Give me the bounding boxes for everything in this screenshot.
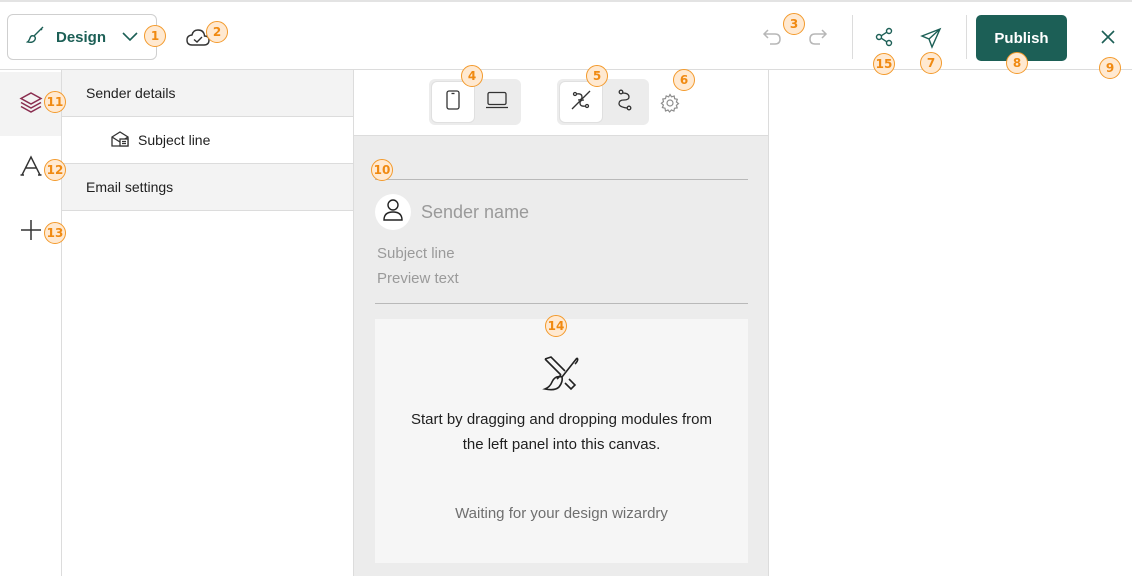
callout-badge: 9 [1099,57,1121,79]
structure-panel: Sender details Subject line Email settin… [62,70,354,576]
tree-item-label: Email settings [86,179,174,195]
sender-name: Sender name [421,201,530,222]
share-icon[interactable] [874,27,894,52]
callout-badge: 5 [586,65,608,87]
gear-icon[interactable] [660,93,680,118]
callout-badge: 10 [371,159,393,181]
callout-badge: 15 [873,53,895,75]
design-mode-label: Design [56,28,107,46]
callout-badge: 14 [545,315,567,337]
link-mode-toggle [557,79,649,125]
header-divider [375,303,748,304]
send-icon[interactable] [920,27,942,54]
tree-item-label: Sender details [86,85,176,101]
paintbrush-icon [25,25,46,49]
subject-line-preview: Subject line [377,245,455,262]
tree-item-subject-line[interactable]: Subject line [62,117,353,164]
callout-badge: 3 [783,13,805,35]
desktop-icon [485,91,509,114]
unlinked-mode-button[interactable] [560,82,602,122]
toolbar-divider [966,15,967,59]
undo-icon[interactable] [762,28,782,51]
close-icon[interactable] [1099,28,1117,51]
callout-badge: 2 [206,21,228,43]
plus-icon [20,219,42,246]
top-toolbar: Design Publish [0,0,1132,70]
callout-badge: 12 [44,159,66,181]
redo-icon[interactable] [808,28,828,51]
drop-zone-waiting: Waiting for your design wizardry [455,505,668,522]
path-icon [616,89,634,116]
preview-text: Preview text [377,270,459,287]
callout-badge: 8 [1006,52,1028,74]
sender-block[interactable]: Sender name [375,194,529,230]
user-icon [382,198,404,227]
tree-item-sender-details[interactable]: Sender details [62,70,353,117]
layers-icon [18,90,43,119]
callout-badge: 11 [44,91,66,113]
chevron-down-icon [122,29,138,46]
callout-badge: 13 [44,222,66,244]
avatar [375,194,411,230]
callout-badge: 6 [673,69,695,91]
tree-item-label: Subject line [138,132,211,148]
mobile-icon [446,89,460,115]
paint-tools-icon [541,355,581,398]
left-rail [0,70,62,576]
callout-badge: 4 [461,65,483,87]
mobile-preview-button[interactable] [432,82,474,122]
module-drop-zone[interactable]: Start by dragging and dropping modules f… [375,319,748,563]
path-mode-button[interactable] [604,82,646,122]
canvas-toolbar [354,70,768,136]
drop-zone-message: Start by dragging and dropping modules f… [410,411,712,453]
design-mode-dropdown[interactable]: Design [7,14,157,60]
typography-icon [20,154,42,182]
toolbar-divider [852,15,853,59]
link-off-icon [570,89,592,116]
desktop-preview-button[interactable] [476,82,518,122]
subject-line-icon [110,130,130,151]
callout-badge: 7 [920,52,942,74]
tree-item-email-settings[interactable]: Email settings [62,164,353,211]
header-divider [375,179,748,180]
callout-badge: 1 [144,25,166,47]
